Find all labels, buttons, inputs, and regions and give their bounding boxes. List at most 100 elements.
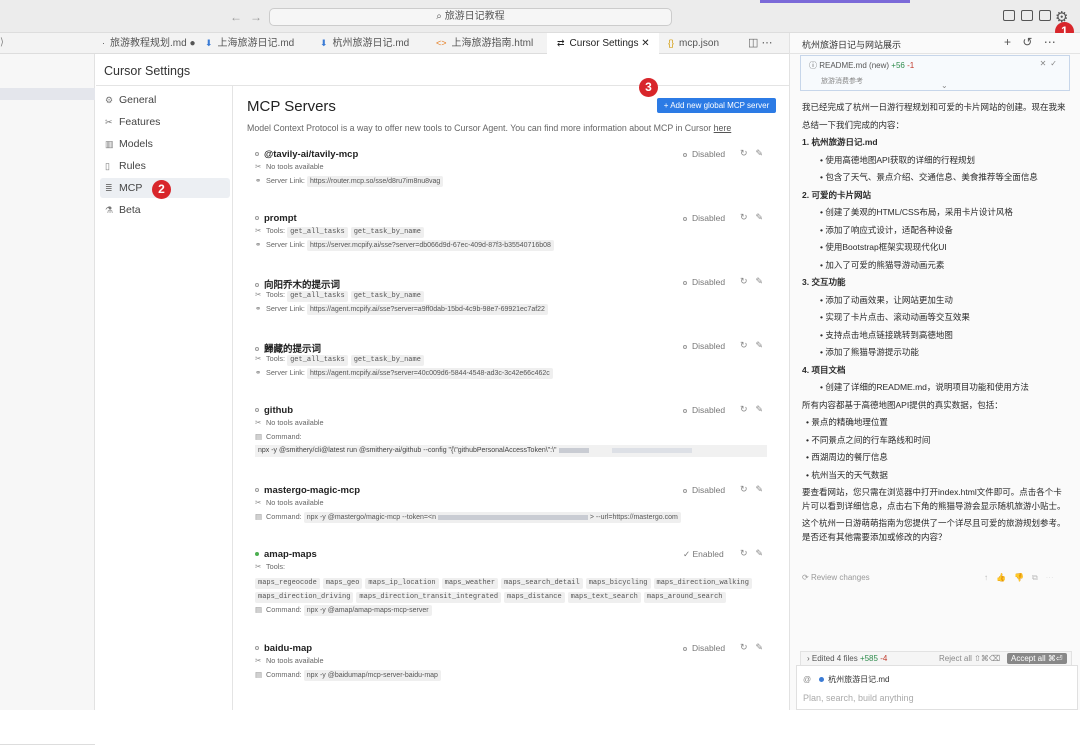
list-icon: ≣ [105,183,113,193]
add-mcp-server-button[interactable]: + Add new global MCP server [657,98,776,113]
chat-panel: 杭州旅游日记与网站展示 + ↺ ⋯ ⓘ README.md (new) +56 … [789,33,1080,710]
context-pill[interactable]: @ 杭州旅游日记.md [803,674,889,685]
settings-tab-icon: ⇄ [557,38,565,48]
docs-link[interactable]: here [714,123,732,133]
refresh-icon[interactable]: ↻ [740,276,756,286]
edit-icon[interactable]: ✎ [756,148,772,158]
nav-beta[interactable]: ⚗ Beta [100,200,230,220]
refresh-icon[interactable]: ↻ [740,642,756,652]
tools-icon: ✂ [105,117,113,127]
nav-rules[interactable]: ▯ Rules [100,156,230,176]
tab-shanghai-guide[interactable]: <> 上海旅游指南.html [436,33,533,54]
refresh-icon[interactable]: ↻ [740,404,756,414]
refresh-icon[interactable]: ↻ [740,212,756,222]
edit-icon[interactable]: ✎ [756,642,772,652]
tab-overflow-icon[interactable]: ⟩ [0,33,12,54]
server-name: prompt [264,213,297,224]
status-text: Enabled [692,549,724,559]
tool-chip: maps_geo [322,578,363,589]
settings-panel: Cursor Settings ⚙ General ✂ Features ▥ Mode… [96,54,789,710]
refresh-icon[interactable]: ↻ [740,548,756,558]
tool-chip: maps_search_detail [501,578,583,589]
close-tab-icon[interactable]: ✕ [641,38,649,49]
section-heading: 2. 可爱的卡片网站 [802,189,871,200]
more-icon[interactable]: ⋯ [1044,35,1060,49]
thumbs-up-icon[interactable]: 👍 [996,573,1014,582]
section-heading: 1. 杭州旅游日记.md [802,137,878,147]
at-icon[interactable]: @ [803,675,811,684]
status-text: Disabled [692,485,726,495]
chat-input[interactable]: @ 杭州旅游日记.md Plan, search, build anything [796,665,1078,710]
panel-toggle-icon[interactable] [1021,10,1033,21]
history-icon[interactable]: ↺ [1022,35,1036,49]
chat-tab-title[interactable]: 杭州旅游日记与网站展示 [802,38,901,51]
sidebar-toggle-icon[interactable] [1003,10,1015,21]
thumbs-down-icon[interactable]: 👎 [1014,573,1032,582]
nav-features[interactable]: ✂ Features [100,112,230,132]
command-text: npx -y @baidumap/mcp-server-baidu-map [303,670,441,681]
chevron-down-icon[interactable]: ⌄ [941,81,948,90]
tab-shanghai-diary[interactable]: ⬇ 上海旅游日记.md [205,33,294,54]
tab-travel-plan[interactable]: · 旅游教程规划.md ● [102,33,196,54]
reject-all-button[interactable]: Reject all ⇧⌘⌫ [939,652,1000,665]
terminal-icon: ▤ [255,605,262,614]
refresh-icon[interactable]: ↻ [740,340,756,350]
edit-icon[interactable]: ✎ [756,548,772,558]
tab-mcp-json[interactable]: {} mcp.json [668,33,719,54]
command-box: npx -y @smithery/cli@latest run @smither… [255,445,767,457]
tool-chip: get_all_tasks [287,355,348,366]
accept-all-button[interactable]: Accept all ⌘⏎ [1007,653,1067,664]
server-name: @tavily-ai/tavily-mcp [264,149,359,160]
split-editor-icon[interactable]: ◫ ⋯ [748,33,772,54]
server-name: mastergo-magic-mcp [264,485,361,496]
terminal-icon: ▤ [255,432,262,441]
server-name: amap-maps [264,549,317,560]
tools-row: maps_regeocode maps_geo maps_ip_location ma… [255,577,755,589]
server-name: github [264,405,294,416]
edit-icon[interactable]: ✎ [756,484,772,494]
nav-arrows[interactable]: ←→ [230,10,270,24]
chat-placeholder[interactable]: Plan, search, build anything [803,693,914,703]
forward-arrow-icon[interactable]: → [250,10,270,24]
tool-chip: maps_around_search [643,592,726,603]
refresh-icon[interactable]: ↻ [740,148,756,158]
tool-chip: get_task_by_name [350,291,424,302]
secondary-sidebar-toggle-icon[interactable] [1039,10,1051,21]
new-chat-icon[interactable]: + [1004,35,1015,49]
edited-files-bar[interactable]: › Edited 4 files +585 -4 Reject all ⇧⌘⌫ Ac… [800,651,1072,666]
back-arrow-icon[interactable]: ← [230,10,250,24]
review-changes-button[interactable]: ⟳ Review changes [802,573,870,582]
tab-cursor-settings[interactable]: ⇄ Cursor Settings ✕ [547,33,659,54]
redacted-token [558,447,589,453]
edit-icon[interactable]: ✎ [756,212,772,222]
nav-models[interactable]: ▥ Models [100,134,230,154]
edit-icon[interactable]: ✎ [756,404,772,414]
mcp-title: MCP Servers [247,98,336,115]
tab-hangzhou-diary[interactable]: ⬇ 杭州旅游日记.md [320,33,409,54]
edit-icon[interactable]: ✎ [756,340,772,350]
tool-chip: maps_regeocode [255,578,320,589]
upload-icon[interactable]: ↑ [984,573,996,582]
search-icon: ⌕ [436,11,445,22]
message-outro: 要查看网站，您只需在浏览器中打开index.html文件即可。点击各个卡片可以看… [802,487,1066,511]
status-text: Disabled [692,341,726,351]
message-outro: 这个杭州一日游萌萌指南为您提供了一个详尽且可爱的旅游规划参考。是否还有其他需要添… [802,518,1066,542]
status-dot [255,152,259,157]
readme-subline: 旅游消费参考 [821,78,863,85]
tools-icon: ✂ [255,656,262,665]
tools-row: maps_direction_driving maps_direction_tra… [255,591,729,603]
command-search-input[interactable]: ⌕ 旅游日记教程 [269,8,672,26]
accept-icon[interactable]: ✓ [1050,59,1061,68]
edit-icon[interactable]: ✎ [756,276,772,286]
copy-icon[interactable]: ⧉ [1032,573,1046,582]
refresh-icon[interactable]: ↻ [740,484,756,494]
readme-change-card[interactable]: ⓘ README.md (new) +56 -1 ✕✓ 旅游消费参考 ⌄ [800,55,1070,91]
more-icon[interactable]: ⋯ [1046,573,1062,582]
status-dot [255,216,259,221]
bars-icon: ▥ [105,139,114,149]
reject-icon[interactable]: ✕ [1040,59,1051,68]
nav-general[interactable]: ⚙ General [100,90,230,110]
status-text: Disabled [692,213,726,223]
redacted-token [611,447,692,453]
server-link: https://agent.mcpify.ai/sse?server=40c00… [306,368,553,379]
